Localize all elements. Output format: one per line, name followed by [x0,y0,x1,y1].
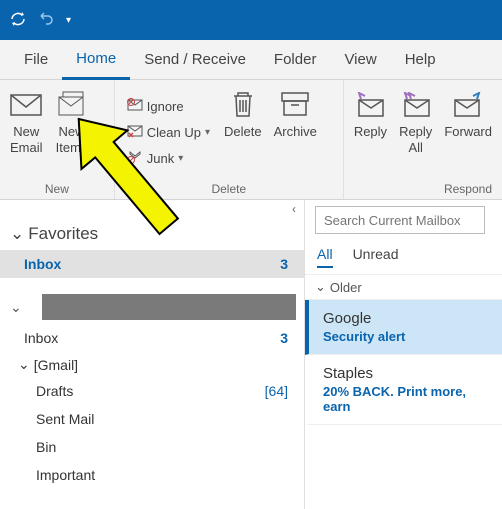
folder-pane: ‹ ⌄ Favorites Inbox 3 ⌄ Inbox 3 ⌄ [Gmail… [0,200,305,509]
collapse-nav-button[interactable]: ‹ [0,200,304,218]
ignore-icon [127,98,143,115]
menu-file[interactable]: File [10,40,62,80]
ribbon-group-new: New Email New Items New [0,80,115,199]
chevron-down-icon: ▾ [178,153,183,164]
new-email-label: New Email [10,124,43,155]
search-input[interactable] [315,206,485,234]
content: ‹ ⌄ Favorites Inbox 3 ⌄ Inbox 3 ⌄ [Gmail… [0,200,502,509]
ribbon: New Email New Items New Ignore Clean Up [0,80,502,200]
clean-up-label: Clean Up [147,125,201,140]
new-items-button[interactable]: New Items [49,86,95,179]
group-label-respond: Respond [348,179,498,199]
group-label-delete: Delete [119,179,339,199]
envelope-icon [10,88,42,122]
junk-icon [127,150,143,167]
reply-icon [355,88,385,122]
message-preview: Security alert [323,329,488,344]
chevron-down-icon: ⌄ [315,279,326,295]
account-header[interactable] [42,294,296,320]
folder-sent-mail[interactable]: Sent Mail [0,405,304,433]
archive-label: Archive [274,124,317,140]
reply-all-button[interactable]: Reply All [393,86,438,179]
favorites-label: Favorites [28,224,98,244]
archive-button[interactable]: Archive [268,86,323,179]
refresh-icon[interactable] [10,11,26,30]
menu-help[interactable]: Help [391,40,450,80]
reply-label: Reply [354,124,387,140]
folder-name: [Gmail] [34,357,78,373]
new-email-button[interactable]: New Email [4,86,49,179]
reply-button[interactable]: Reply [348,86,393,179]
search-box[interactable] [315,206,502,234]
undo-icon[interactable] [38,11,54,30]
archive-icon [280,88,310,122]
group-header-label: Older [330,280,362,295]
delete-label: Delete [224,124,262,140]
chevron-down-icon: ▾ [205,127,210,138]
forward-label: Forward [444,124,492,140]
junk-button[interactable]: Junk ▾ [123,146,214,172]
message-list-pane: All Unread ⌄ Older Google Security alert… [305,200,502,509]
folder-name: Inbox [24,330,58,346]
reply-all-icon [401,88,431,122]
junk-label: Junk [147,151,174,166]
message-sender: Staples [323,365,488,382]
group-label-new: New [4,179,110,199]
folder-bin[interactable]: Bin [0,433,304,461]
filter-tabs: All Unread [305,240,502,275]
folder-name: Sent Mail [36,411,94,427]
folder-name: Drafts [36,383,73,399]
clean-up-icon [127,124,143,141]
ignore-label: Ignore [147,99,184,114]
folder-count: 3 [280,330,288,346]
folder-name: Important [36,467,95,483]
chevron-down-icon: ⌄ [10,224,24,244]
filter-unread[interactable]: Unread [353,246,399,268]
chevron-down-icon: ⌄ [18,356,30,373]
forward-button[interactable]: Forward [438,86,498,179]
folder-drafts[interactable]: Drafts [64] [0,377,304,405]
menu-home[interactable]: Home [62,40,130,80]
trash-icon [230,88,256,122]
qat-more-icon[interactable]: ▾ [66,15,71,26]
filter-all[interactable]: All [317,246,333,268]
ribbon-group-respond: Reply Reply All Forward Respond [344,80,502,199]
folder-inbox-favorite[interactable]: Inbox 3 [0,250,304,278]
clean-up-button[interactable]: Clean Up ▾ [123,120,214,146]
chevron-down-icon: ⌄ [0,299,22,316]
items-icon [55,88,89,122]
reply-all-label: Reply All [399,124,432,155]
menu-folder[interactable]: Folder [260,40,331,80]
menu-send-receive[interactable]: Send / Receive [130,40,260,80]
menu-view[interactable]: View [330,40,390,80]
folder-gmail[interactable]: ⌄ [Gmail] [0,352,304,377]
folder-name: Bin [36,439,56,455]
message-preview: 20% BACK. Print more, earn [323,384,488,414]
folder-name: Inbox [24,256,61,272]
folder-count: [64] [265,383,288,399]
message-sender: Google [323,310,488,327]
delete-button[interactable]: Delete [218,86,268,179]
ribbon-group-delete: Ignore Clean Up ▾ Junk ▾ Delete [115,80,344,199]
menubar: File Home Send / Receive Folder View Hel… [0,40,502,80]
folder-inbox[interactable]: Inbox 3 [0,324,304,352]
message-item[interactable]: Staples 20% BACK. Print more, earn [305,355,502,425]
favorites-header[interactable]: ⌄ Favorites [0,218,304,250]
ignore-button[interactable]: Ignore [123,94,214,120]
folder-count: 3 [280,256,288,272]
message-item[interactable]: Google Security alert [305,300,502,355]
folder-important[interactable]: Important [0,461,304,489]
forward-icon [453,88,483,122]
group-header-older[interactable]: ⌄ Older [305,275,502,300]
new-items-label: New Items [56,124,88,155]
titlebar: ▾ [0,0,502,40]
